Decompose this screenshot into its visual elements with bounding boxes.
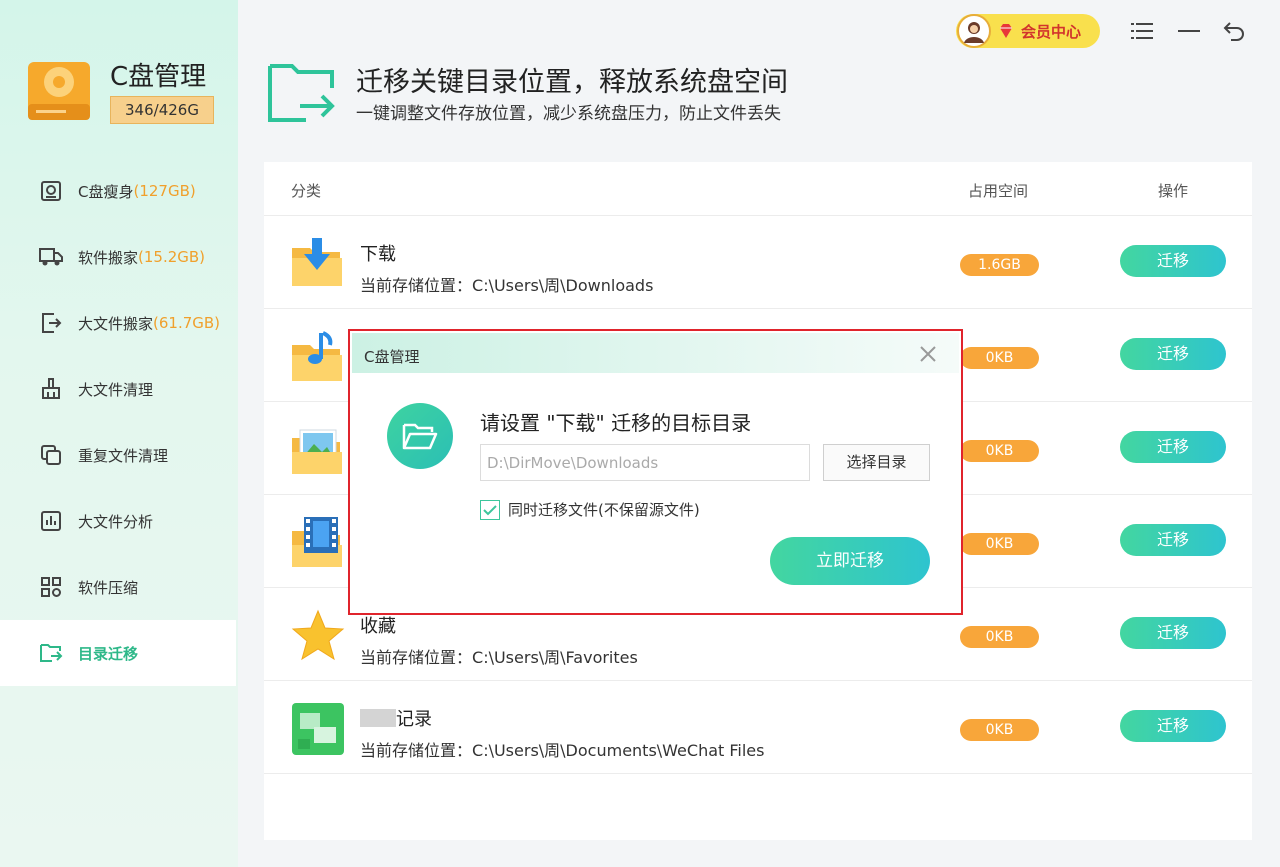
broom-icon <box>38 376 64 402</box>
sidebar: C盘管理 346/426G C盘瘦身 (127GB) 软件搬家 (15.2GB) 大… <box>0 0 238 867</box>
page-subtitle: 一键调整文件存放位置，减少系统盘压力，防止文件丢失 <box>356 104 781 124</box>
sidebar-item-label: 重复文件清理 <box>78 446 169 465</box>
picture-folder-icon <box>290 422 346 478</box>
back-icon[interactable] <box>1221 18 1247 44</box>
sidebar-item-label: 大文件分析 <box>78 512 154 531</box>
checkbox-label: 同时迁移文件(不保留源文件) <box>508 501 700 519</box>
app-title: C盘管理 <box>110 62 207 92</box>
size-badge: 0KB <box>960 347 1039 369</box>
folder-open-icon <box>387 403 453 469</box>
menu-icon[interactable] <box>1129 18 1155 44</box>
compress-icon <box>38 574 64 600</box>
column-size: 占用空间 <box>968 182 1029 200</box>
close-icon[interactable] <box>917 343 939 365</box>
sidebar-item-label: 大文件清理 <box>78 380 154 399</box>
size-badge: 0KB <box>960 533 1039 555</box>
migrate-button[interactable]: 迁移 <box>1120 431 1226 463</box>
disk-slim-icon <box>38 178 64 204</box>
sidebar-item-dir-migrate[interactable]: 目录迁移 <box>0 620 236 686</box>
row-path: 当前存储位置：C:\Users\周\Favorites <box>360 648 638 667</box>
table-row: 记录 当前存储位置：C:\Users\周\Documents\WeChat Fi… <box>264 681 1252 774</box>
duplicate-icon <box>38 442 64 468</box>
bar-chart-icon <box>38 508 64 534</box>
sidebar-item-software-move[interactable]: 软件搬家 (15.2GB) <box>0 224 238 290</box>
minimize-icon[interactable] <box>1176 18 1202 44</box>
star-icon <box>290 608 346 664</box>
sidebar-item-label: 目录迁移 <box>78 644 139 663</box>
sidebar-item-extra: (15.2GB) <box>138 248 206 266</box>
row-path: 当前存储位置：C:\Users\周\Documents\WeChat Files <box>360 741 765 760</box>
migrate-button[interactable]: 迁移 <box>1120 524 1226 556</box>
music-folder-icon <box>290 329 346 385</box>
migrate-button[interactable]: 迁移 <box>1120 617 1226 649</box>
sidebar-nav: C盘瘦身 (127GB) 软件搬家 (15.2GB) 大文件搬家 (61.7GB) 大… <box>0 158 238 686</box>
move-files-checkbox[interactable]: 同时迁移文件(不保留源文件) <box>480 499 700 520</box>
target-path-input[interactable] <box>480 444 810 481</box>
row-name: 收藏 <box>360 616 396 637</box>
size-badge: 1.6GB <box>960 254 1039 276</box>
disk-logo-icon <box>26 58 92 124</box>
sidebar-item-large-file-move[interactable]: 大文件搬家 (61.7GB) <box>0 290 238 356</box>
sidebar-item-large-file-analysis[interactable]: 大文件分析 <box>0 488 238 554</box>
diamond-icon <box>1000 24 1012 38</box>
vip-label: 会员中心 <box>1021 22 1082 41</box>
checkbox-checked-icon[interactable] <box>480 499 500 520</box>
sidebar-item-label: C盘瘦身 <box>78 182 134 201</box>
blurred-text <box>360 709 396 727</box>
table-row: 下载 当前存储位置：C:\Users\周\Downloads 1.6GB 迁移 <box>264 216 1252 309</box>
wechat-icon <box>290 701 346 757</box>
row-path: 当前存储位置：C:\Users\周\Downloads <box>360 276 654 295</box>
folder-move-icon <box>38 640 64 666</box>
page-title: 迁移关键目录位置，释放系统盘空间 <box>356 67 788 98</box>
sidebar-item-label: 软件搬家 <box>78 248 139 267</box>
choose-directory-button[interactable]: 选择目录 <box>823 444 930 481</box>
truck-icon <box>38 244 64 270</box>
migrate-dialog-highlight: C盘管理 请设置 "下载" 迁移的目标目录 选择目录 同时迁移文件(不保留源文件… <box>348 329 963 615</box>
column-action: 操作 <box>1158 182 1189 200</box>
file-export-icon <box>38 310 64 336</box>
vip-center-button[interactable]: 会员中心 <box>956 14 1100 48</box>
row-name: 下载 <box>360 244 396 265</box>
row-name: 记录 <box>360 705 432 731</box>
folder-move-header-icon <box>266 60 338 126</box>
sidebar-item-label: 软件压缩 <box>78 578 139 597</box>
sidebar-item-software-compress[interactable]: 软件压缩 <box>0 554 238 620</box>
dialog-header: C盘管理 <box>352 333 959 373</box>
migrate-dialog: C盘管理 请设置 "下载" 迁移的目标目录 选择目录 同时迁移文件(不保留源文件… <box>352 333 959 611</box>
size-badge: 0KB <box>960 440 1039 462</box>
migrate-now-button[interactable]: 立即迁移 <box>770 537 930 585</box>
sidebar-item-extra: (127GB) <box>133 182 196 200</box>
size-badge: 0KB <box>960 626 1039 648</box>
sidebar-item-extra: (61.7GB) <box>153 314 221 332</box>
size-badge: 0KB <box>960 719 1039 741</box>
video-folder-icon <box>290 515 346 571</box>
disk-usage-badge: 346/426G <box>110 96 214 124</box>
column-category: 分类 <box>291 182 322 200</box>
table-header: 分类 占用空间 操作 <box>264 162 1252 216</box>
migrate-button[interactable]: 迁移 <box>1120 710 1226 742</box>
dialog-title: C盘管理 <box>364 348 420 366</box>
migrate-button[interactable]: 迁移 <box>1120 245 1226 277</box>
download-folder-icon <box>290 236 346 292</box>
sidebar-item-label: 大文件搬家 <box>78 314 154 333</box>
migrate-button[interactable]: 迁移 <box>1120 338 1226 370</box>
dialog-question: 请设置 "下载" 迁移的目标目录 <box>480 411 752 435</box>
sidebar-item-c-slim[interactable]: C盘瘦身 (127GB) <box>0 158 238 224</box>
sidebar-item-duplicate-clean[interactable]: 重复文件清理 <box>0 422 238 488</box>
sidebar-item-large-file-clean[interactable]: 大文件清理 <box>0 356 238 422</box>
avatar <box>957 14 991 48</box>
